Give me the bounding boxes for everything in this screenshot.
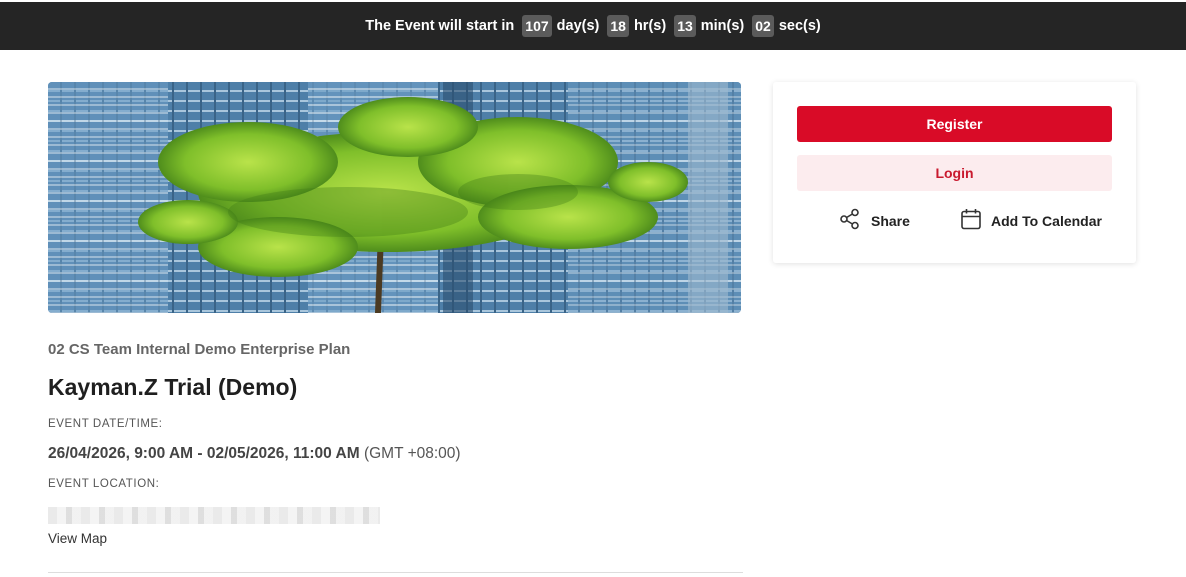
view-map-link[interactable]: View Map	[48, 531, 107, 546]
add-to-calendar-button[interactable]: Add To Calendar	[961, 208, 1102, 233]
login-button[interactable]: Login	[797, 155, 1112, 191]
countdown-seconds: 02	[752, 15, 774, 37]
register-button[interactable]: Register	[797, 106, 1112, 142]
countdown-days-unit: day(s)	[556, 18, 600, 34]
location-address-redacted	[48, 507, 380, 524]
datetime-label: EVENT DATE/TIME:	[48, 418, 163, 430]
registration-card: Register Login Share Add To Calendar	[773, 82, 1136, 263]
countdown-hours-unit: hr(s)	[633, 18, 667, 34]
countdown-lead: The Event will start in	[365, 18, 515, 34]
timezone: (GMT +08:00)	[363, 445, 461, 462]
calendar-label: Add To Calendar	[991, 212, 1102, 229]
datetime-range: 26/04/2026, 9:00 AM - 02/05/2026, 11:00 …	[48, 445, 360, 462]
share-icon	[839, 208, 871, 233]
share-label: Share	[871, 212, 910, 229]
countdown-minutes: 13	[674, 15, 696, 37]
card-actions: Share Add To Calendar	[773, 208, 1136, 232]
event-datetime: 26/04/2026, 9:00 AM - 02/05/2026, 11:00 …	[48, 445, 461, 463]
location-label: EVENT LOCATION:	[48, 478, 160, 490]
organizer-name: 02 CS Team Internal Demo Enterprise Plan	[48, 341, 351, 358]
divider	[48, 572, 743, 573]
countdown-bar: The Event will start in 107 day(s) 18 hr…	[0, 0, 1186, 50]
countdown-days: 107	[522, 15, 552, 37]
event-banner-image	[48, 82, 741, 313]
countdown-seconds-unit: sec(s)	[778, 18, 821, 34]
countdown-minutes-unit: min(s)	[700, 18, 745, 34]
calendar-icon	[961, 208, 991, 233]
share-button[interactable]: Share	[839, 208, 910, 233]
countdown-hours: 18	[607, 15, 629, 37]
event-title: Kayman.Z Trial (Demo)	[48, 374, 298, 400]
